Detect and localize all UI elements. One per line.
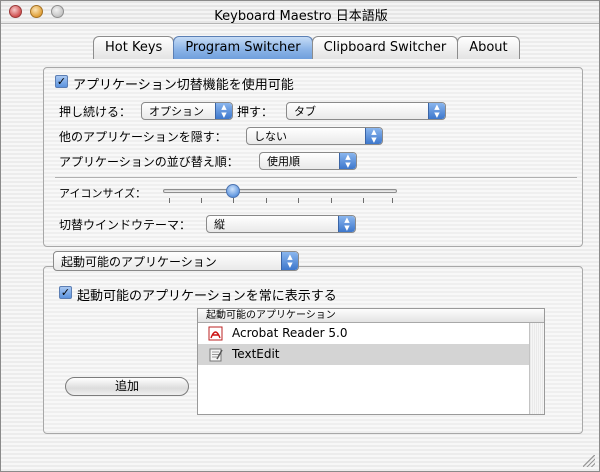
window-theme-popup[interactable]: 縦 ▲ ▼: [206, 215, 356, 233]
always-show-label: 起動可能のアプリケーションを常に表示する: [77, 289, 337, 304]
slider-tick: [233, 198, 234, 203]
sort-order-popup[interactable]: 使用順 ▲ ▼: [259, 152, 357, 170]
hold-key-value: オプション: [149, 105, 204, 118]
window-theme-label: 切替ウインドウテーマ：: [59, 218, 192, 232]
title-bar[interactable]: Keyboard Maestro 日本語版: [1, 1, 599, 24]
slider-tick: [392, 198, 393, 203]
press-key-popup[interactable]: タブ ▲ ▼: [286, 102, 446, 120]
press-key-value: タブ: [294, 105, 316, 118]
tab-hot-keys[interactable]: Hot Keys: [93, 36, 175, 59]
slider-tick: [201, 198, 202, 203]
window-theme-value: 縦: [214, 218, 225, 231]
enable-switcher-checkbox[interactable]: ✓: [55, 75, 68, 88]
always-show-checkbox[interactable]: ✓: [59, 286, 72, 299]
tab-about[interactable]: About: [457, 36, 520, 59]
popup-arrows-icon: ▲ ▼: [281, 252, 298, 270]
launch-apps-list[interactable]: 起動可能のアプリケーション Acrobat Reader 5.0 TextEdi…: [197, 308, 545, 415]
divider: [55, 177, 577, 179]
icon-size-slider-thumb[interactable]: [226, 184, 240, 198]
section-selector-popup[interactable]: 起動可能のアプリケーション ▲ ▼: [53, 251, 299, 271]
app-name: Acrobat Reader 5.0: [232, 326, 348, 340]
popup-arrows-icon: ▲ ▼: [428, 103, 445, 119]
sort-order-value: 使用順: [267, 155, 300, 168]
section-selector-value: 起動可能のアプリケーション: [61, 255, 217, 269]
list-rows: Acrobat Reader 5.0 TextEdit: [198, 323, 530, 414]
hold-key-label: 押し続ける：: [59, 105, 132, 119]
enable-switcher-label: アプリケーション切替機能を使用可能: [73, 78, 294, 93]
tab-program-switcher[interactable]: Program Switcher: [173, 36, 313, 59]
press-key-label: 押す：: [237, 105, 274, 119]
list-scrollbar[interactable]: [529, 323, 544, 414]
list-column-header[interactable]: 起動可能のアプリケーション: [198, 309, 544, 323]
popup-arrows-icon: ▲ ▼: [215, 103, 232, 119]
hide-apps-popup[interactable]: しない ▲ ▼: [246, 127, 383, 145]
icon-size-slider-track[interactable]: [163, 189, 397, 193]
app-window: Keyboard Maestro 日本語版 Hot Keys Program S…: [0, 0, 600, 472]
resize-grip-icon[interactable]: [583, 455, 595, 467]
window-title: Keyboard Maestro 日本語版: [214, 9, 388, 24]
slider-tick: [298, 198, 299, 203]
hold-key-popup[interactable]: オプション ▲ ▼: [141, 102, 233, 120]
tab-bar: Hot Keys Program Switcher Clipboard Swit…: [93, 36, 520, 60]
textedit-icon: [209, 348, 223, 362]
popup-arrows-icon: ▲ ▼: [339, 153, 356, 169]
sort-order-label: アプリケーションの並び替え順：: [59, 155, 239, 169]
list-item[interactable]: Acrobat Reader 5.0: [198, 323, 530, 344]
slider-tick: [363, 198, 364, 203]
slider-tick: [169, 198, 170, 203]
list-item[interactable]: TextEdit: [198, 344, 530, 365]
hide-apps-value: しない: [254, 130, 287, 143]
slider-tick: [266, 198, 267, 203]
hide-apps-label: 他のアプリケーションを隠す：: [59, 130, 227, 144]
add-button[interactable]: 追加: [65, 377, 189, 396]
tab-clipboard-switcher[interactable]: Clipboard Switcher: [311, 36, 459, 59]
icon-size-label: アイコンサイズ：: [59, 187, 147, 200]
acrobat-icon: [208, 326, 223, 341]
app-name: TextEdit: [232, 347, 280, 361]
popup-arrows-icon: ▲ ▼: [338, 216, 355, 232]
popup-arrows-icon: ▲ ▼: [365, 128, 382, 144]
slider-tick: [331, 198, 332, 203]
